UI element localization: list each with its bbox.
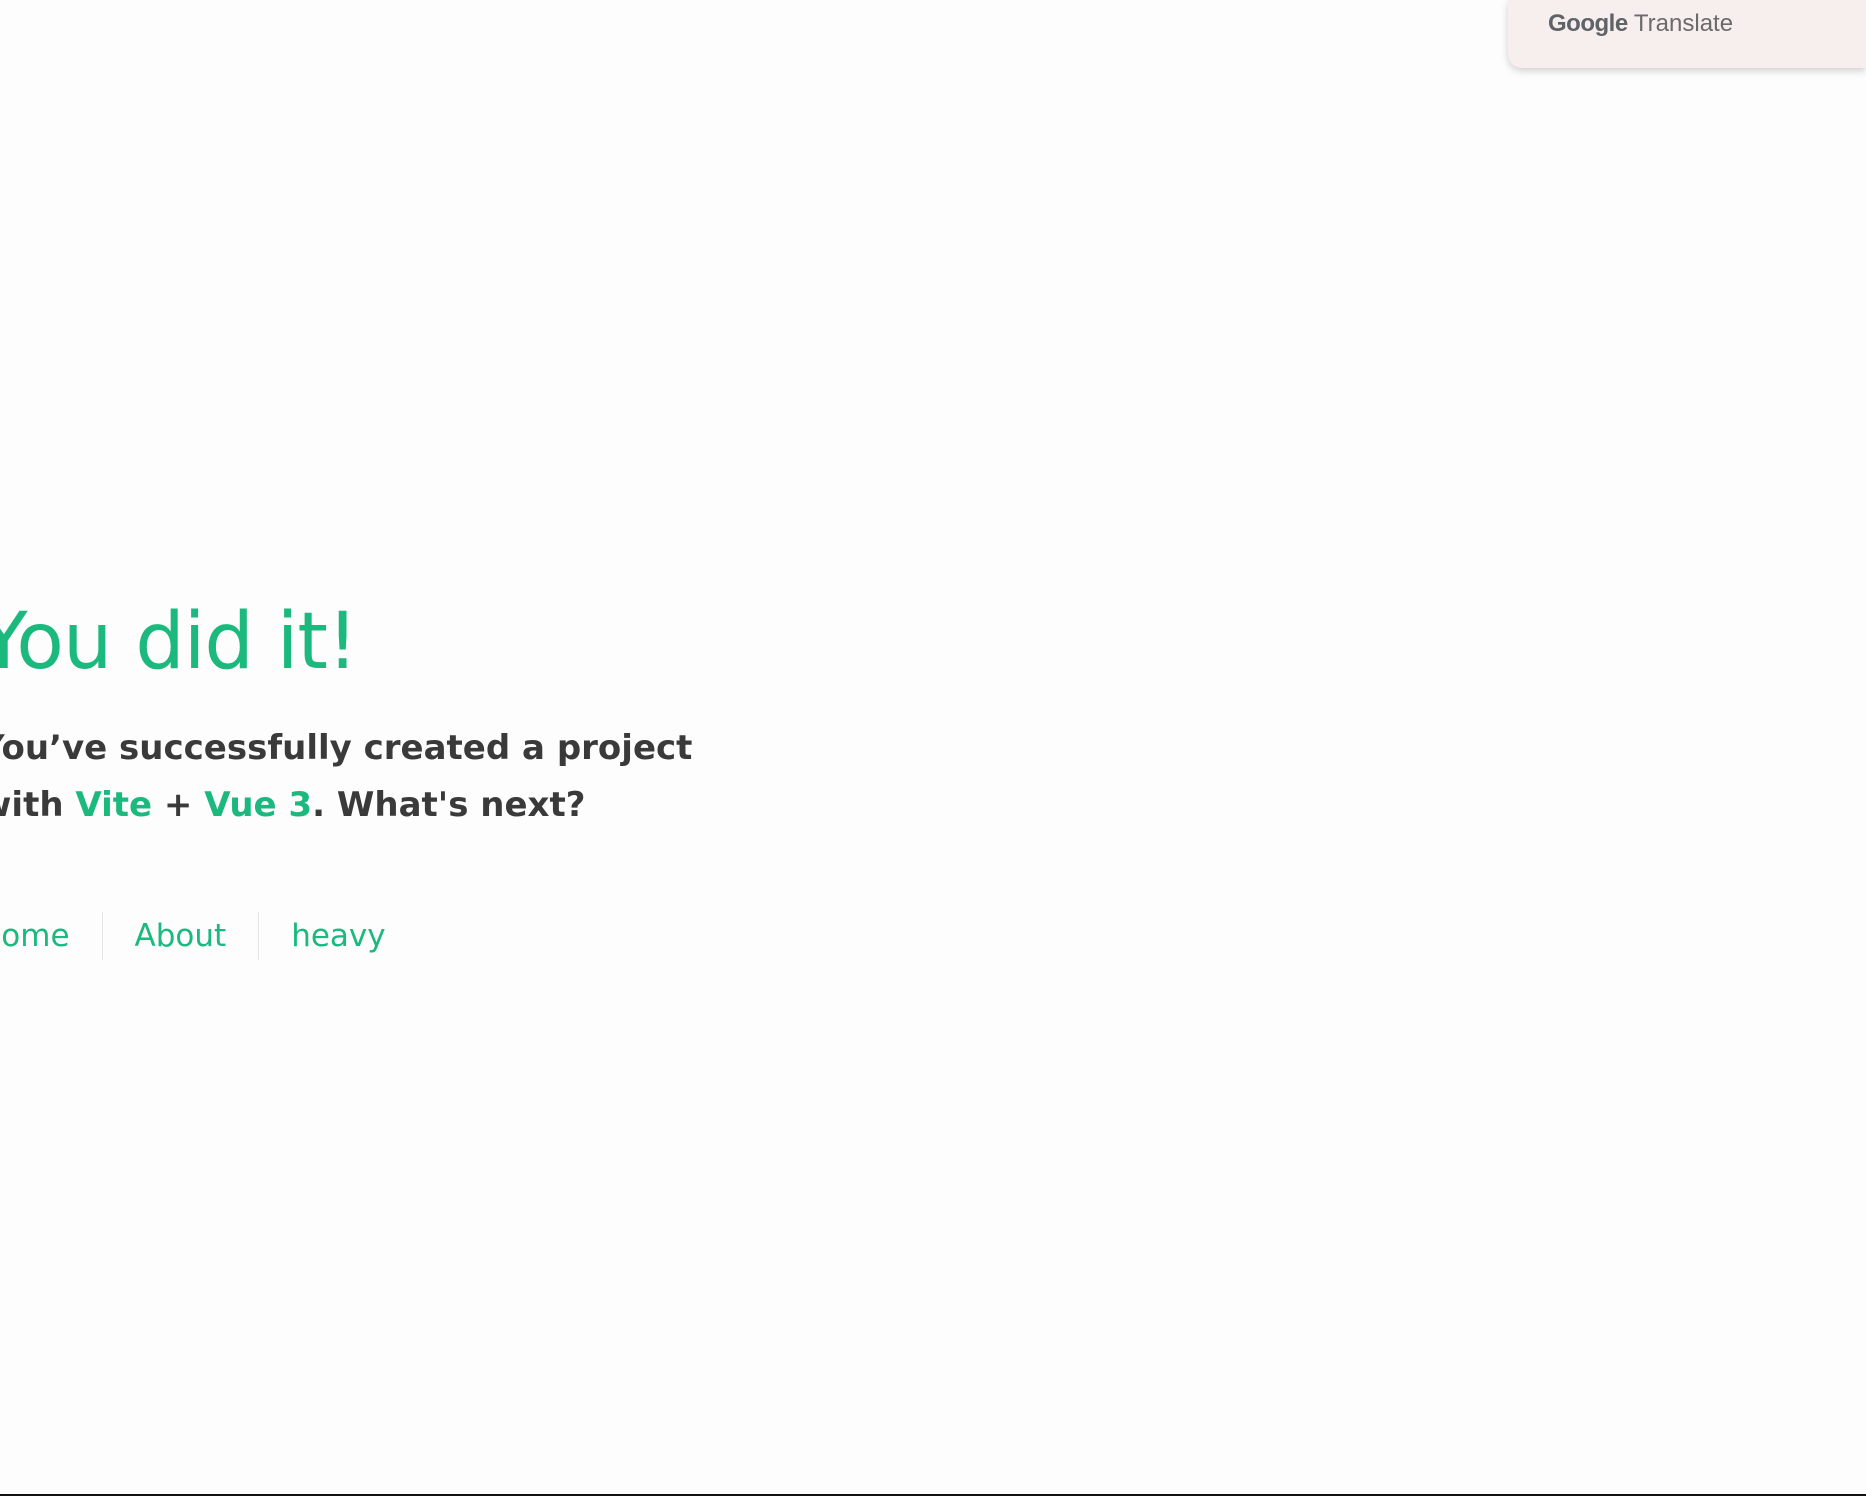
page-title: You did it! [0, 597, 358, 687]
plus-sign: + [163, 785, 193, 825]
main-nav: Home About heavy [0, 912, 418, 960]
vue-link[interactable]: Vue 3 [204, 785, 312, 825]
google-translate-bar: Google Translate [1508, 0, 1866, 68]
vite-link[interactable]: Vite [75, 785, 152, 825]
nav-link-about[interactable]: About [101, 912, 259, 960]
google-wordmark: Google [1548, 10, 1628, 37]
nav-link-home[interactable]: Home [0, 912, 102, 960]
greetings-section: You did it! You’ve successfully created … [0, 590, 880, 834]
subtitle-prefix: with [0, 785, 64, 825]
subtitle: You’ve successfully created a project wi… [0, 720, 880, 834]
subtitle-suffix: . What's next? [312, 785, 586, 825]
subtitle-line-1: You’ve successfully created a project [0, 728, 693, 768]
translate-label: Translate [1633, 10, 1734, 37]
google-translate-logo[interactable]: Google Translate [1548, 10, 1733, 38]
nav-link-heavy[interactable]: heavy [258, 912, 417, 960]
